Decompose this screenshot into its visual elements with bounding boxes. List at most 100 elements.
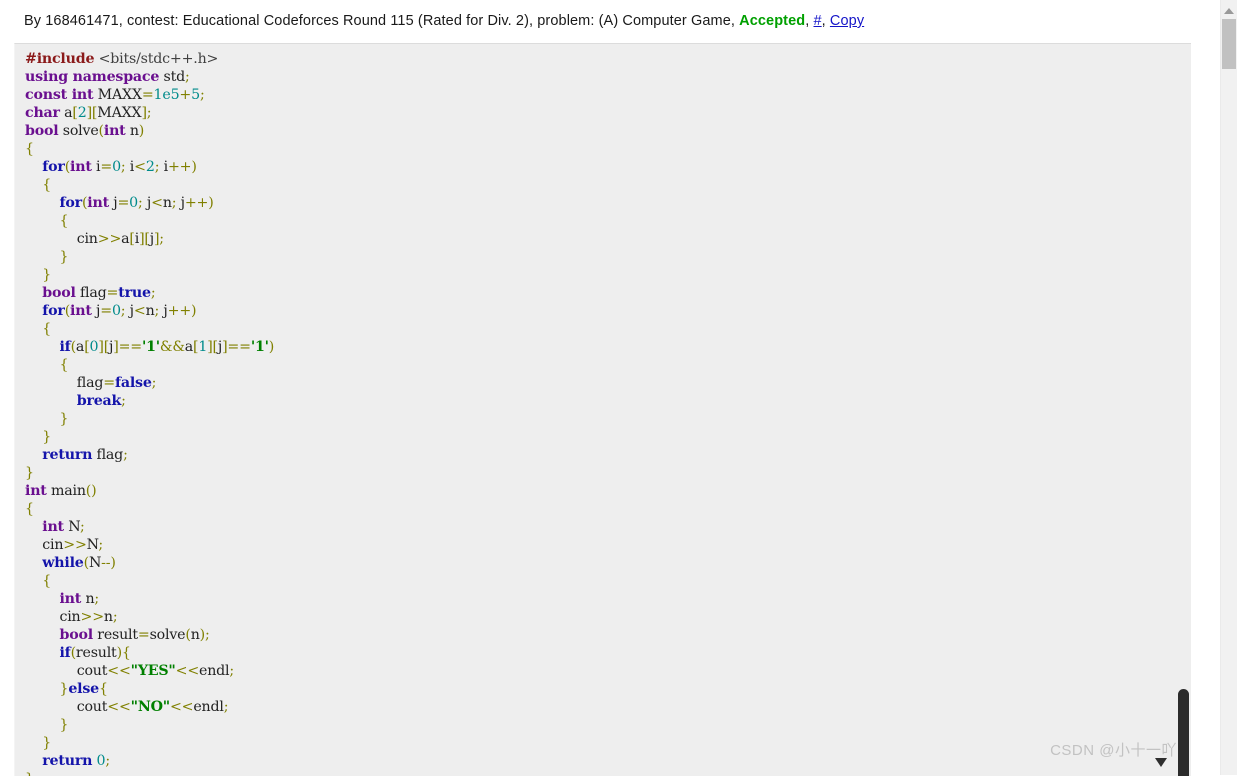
code-token-op: { xyxy=(42,573,52,589)
code-token-id: solve xyxy=(58,123,99,139)
code-token-op: << xyxy=(169,699,194,715)
header-separator-1: , xyxy=(730,13,740,29)
code-line: } xyxy=(25,267,51,283)
code-token-id xyxy=(25,177,42,193)
code-token-op: () xyxy=(85,483,97,499)
code-token-id xyxy=(25,627,59,643)
code-vertical-scrollbar-thumb[interactable] xyxy=(1178,689,1189,776)
code-token-id: cin xyxy=(25,609,81,625)
code-token-str: "NO" xyxy=(130,699,171,715)
code-line: } xyxy=(25,771,34,776)
code-token-op: ][ xyxy=(207,339,218,355)
code-token-num: 0 xyxy=(112,159,121,175)
code-token-op: = xyxy=(103,375,115,391)
code-token-num: 2 xyxy=(145,159,155,175)
code-token-id xyxy=(25,735,42,751)
code-token-id: i xyxy=(125,159,135,175)
code-token-op: } xyxy=(42,429,52,445)
code-token-str: '1' xyxy=(250,339,269,355)
code-token-id: N xyxy=(86,537,99,553)
code-line: { xyxy=(25,141,34,157)
code-line: { xyxy=(25,213,68,229)
code-token-op: ; xyxy=(105,753,110,769)
code-line: for(int i=0; i<2; i++) xyxy=(25,159,197,175)
code-line: const int MAXX=1e5+5; xyxy=(25,87,205,103)
code-token-op: ++) xyxy=(167,303,197,319)
code-token-op: << xyxy=(107,699,131,715)
code-token-op: ]; xyxy=(141,105,152,121)
code-token-op: ){ xyxy=(116,645,131,661)
code-token-id: a xyxy=(184,339,194,355)
code-line: using namespace std; xyxy=(25,69,190,85)
source-code[interactable]: #include <bits/stdc++.h> using namespace… xyxy=(15,44,1191,776)
code-token-ctl: return xyxy=(42,447,93,463)
code-line: return flag; xyxy=(25,447,128,463)
code-line: break; xyxy=(25,393,126,409)
code-token-id xyxy=(25,159,42,175)
code-token-id xyxy=(25,717,59,733)
code-token-ctl: for xyxy=(42,159,65,175)
code-token-id: cout xyxy=(25,699,108,715)
code-line: { xyxy=(25,177,51,193)
page-vertical-scrollbar[interactable] xyxy=(1220,0,1237,775)
code-token-kw: const int xyxy=(25,87,94,103)
code-token-id xyxy=(25,321,42,337)
submission-by-prefix: By xyxy=(24,13,46,29)
watermark-caret-icon xyxy=(1155,758,1167,767)
code-line: } xyxy=(25,429,51,445)
code-token-ctl: if xyxy=(59,645,71,661)
header-separator-3: , xyxy=(821,13,830,29)
code-token-op: >> xyxy=(97,231,122,247)
code-line: bool result=solve(n); xyxy=(25,627,209,643)
contest-label: , contest: xyxy=(118,13,183,29)
code-token-id: result xyxy=(75,645,117,661)
code-token-ctl: else xyxy=(68,681,99,697)
code-token-op: ; xyxy=(223,699,229,715)
code-line: cin>>N; xyxy=(25,537,103,553)
code-token-op: = xyxy=(106,285,119,301)
code-token-ctl: for xyxy=(59,195,82,211)
code-line: } xyxy=(25,249,68,265)
code-token-id xyxy=(25,555,42,571)
code-token-pre: #include xyxy=(25,51,95,67)
code-token-id xyxy=(25,267,42,283)
code-token-id: result xyxy=(92,627,138,643)
code-token-op: } xyxy=(42,735,52,751)
code-token-id: MAXX xyxy=(97,105,142,121)
anchor-link[interactable]: # xyxy=(813,13,821,29)
scroll-up-arrow-icon[interactable] xyxy=(1221,4,1237,17)
code-token-num: 2 xyxy=(77,105,87,121)
code-token-op: { xyxy=(59,357,69,373)
code-token-id xyxy=(25,681,59,697)
page-scrollbar-thumb[interactable] xyxy=(1222,19,1236,69)
code-line: cin>>n; xyxy=(25,609,117,625)
code-token-op: ]== xyxy=(113,339,142,355)
code-token-op: ]; xyxy=(153,231,164,247)
code-token-op: = xyxy=(141,87,154,103)
code-line: } xyxy=(25,411,68,427)
code-token-op: ; xyxy=(79,519,85,535)
code-block[interactable]: #include <bits/stdc++.h> using namespace… xyxy=(14,43,1191,776)
code-token-op: } xyxy=(59,717,69,733)
code-token-op: --) xyxy=(101,555,116,571)
code-token-str: "YES" xyxy=(130,663,176,679)
code-token-op: ; xyxy=(94,591,99,607)
code-token-ctl: return xyxy=(42,753,93,769)
code-token-kw: char xyxy=(25,105,60,121)
code-token-op: < xyxy=(133,303,146,319)
code-token-ctl: break xyxy=(76,393,122,409)
code-token-op: = xyxy=(100,303,112,319)
code-token-ctl: if xyxy=(59,339,71,355)
code-token-id: flag xyxy=(92,447,124,463)
code-token-id: n xyxy=(103,609,113,625)
code-line: { xyxy=(25,321,51,337)
code-token-id: cin xyxy=(25,231,98,247)
code-token-op: } xyxy=(59,411,69,427)
code-token-op: = xyxy=(100,159,113,175)
code-token-op: ; xyxy=(151,375,157,391)
code-line: { xyxy=(25,501,34,517)
code-token-id xyxy=(25,411,59,427)
copy-code-link[interactable]: Copy xyxy=(830,13,864,29)
code-token-id xyxy=(25,519,42,535)
code-token-id xyxy=(25,753,42,769)
